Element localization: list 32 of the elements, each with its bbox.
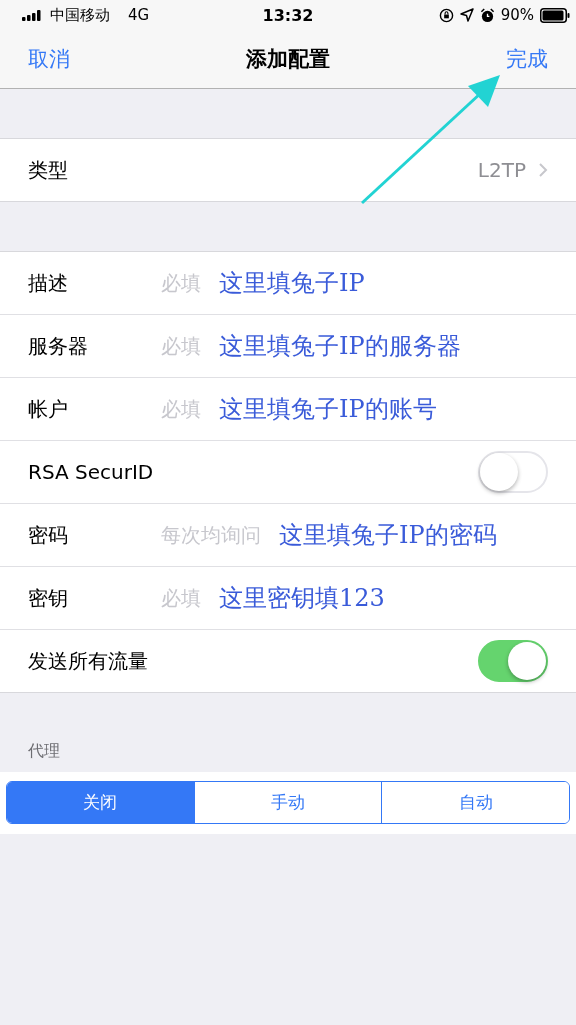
row-label: 类型 bbox=[28, 156, 69, 184]
row-label: 帐户 bbox=[28, 395, 69, 423]
type-value: L2TP bbox=[477, 158, 526, 182]
row-label: 密码 bbox=[28, 521, 69, 549]
chevron-icon bbox=[538, 162, 548, 178]
network-type: 4G bbox=[128, 6, 150, 24]
row-label: 发送所有流量 bbox=[28, 647, 149, 675]
annotation-text: 这里填兔子IP的账号 bbox=[219, 394, 437, 425]
signal-icon bbox=[22, 9, 44, 21]
type-row[interactable]: 类型 L2TP bbox=[0, 139, 576, 201]
row-label: 描述 bbox=[28, 269, 69, 297]
nav-title: 添加配置 bbox=[246, 46, 330, 73]
clock-time: 13:32 bbox=[262, 5, 314, 25]
annotation-text: 这里密钥填123 bbox=[219, 583, 385, 614]
rotation-lock-icon bbox=[438, 7, 454, 23]
annotation-text: 这里填兔子IP的密码 bbox=[279, 520, 497, 551]
annotation-text: 这里填兔子IP的服务器 bbox=[219, 331, 461, 362]
row-label: 密钥 bbox=[28, 584, 69, 612]
segment-tab[interactable]: 关闭 bbox=[7, 782, 194, 823]
toggle-switch[interactable] bbox=[478, 640, 548, 682]
done-button[interactable]: 完成 bbox=[506, 45, 548, 73]
location-arrow-icon bbox=[459, 8, 474, 22]
cancel-button[interactable]: 取消 bbox=[28, 45, 70, 73]
annotation-text: 这里填兔子IP bbox=[219, 268, 365, 299]
alarm-clock-icon bbox=[479, 7, 495, 23]
section-header: 代理 bbox=[27, 740, 61, 762]
row-label: 服务器 bbox=[28, 332, 89, 360]
battery-icon bbox=[540, 7, 570, 23]
carrier-name: 中国移动 bbox=[50, 5, 110, 25]
row-label: RSA SecurID bbox=[28, 460, 155, 484]
battery-percent: 90% bbox=[500, 6, 534, 24]
segment-tab[interactable]: 自动 bbox=[381, 782, 569, 823]
